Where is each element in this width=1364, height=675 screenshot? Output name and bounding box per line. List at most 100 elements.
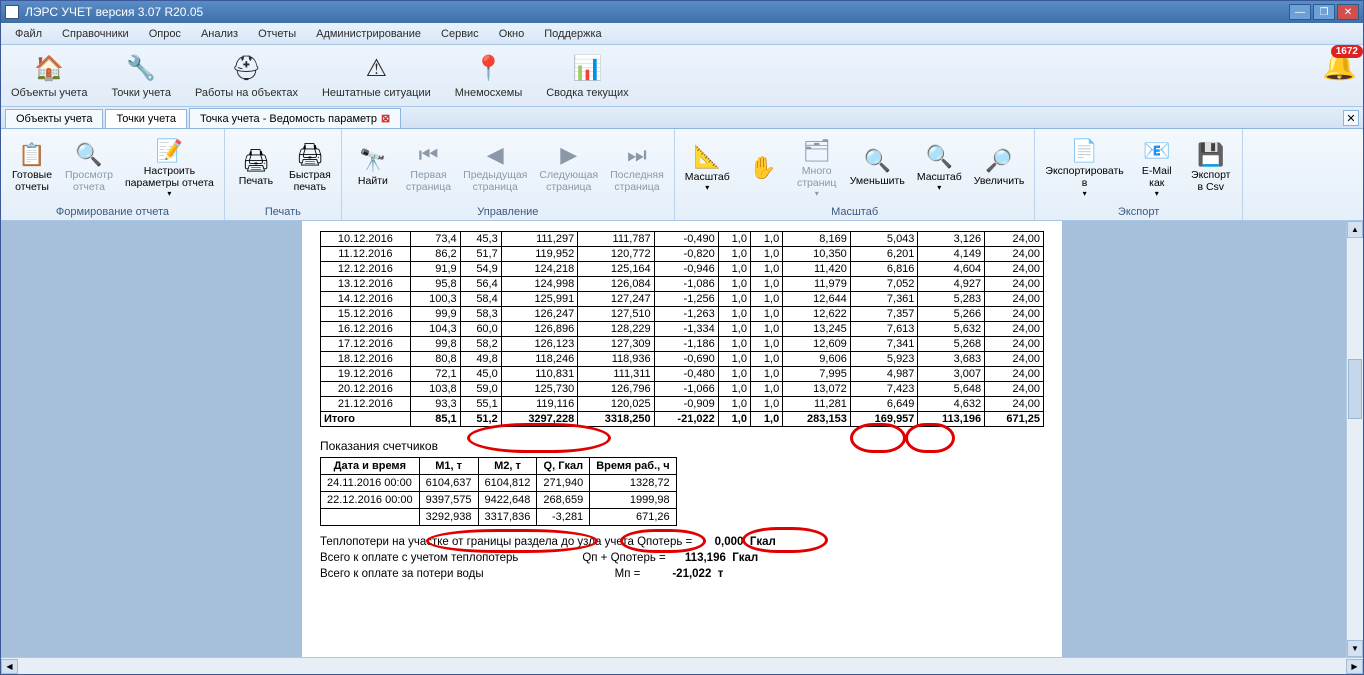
ribbon-следующая-страница: ▶Следующая страница bbox=[535, 139, 602, 195]
ribbon-group-title: Управление bbox=[348, 204, 668, 220]
table-total-row: Итого85,151,23297,2283318,250-21,0221,01… bbox=[321, 412, 1044, 427]
ribbon-group-title: Формирование отчета bbox=[7, 204, 218, 220]
toolbar-нештатные-ситуации[interactable]: ⚠Нештатные ситуации bbox=[318, 51, 435, 101]
data-table: 10.12.201673,445,3111,297111,787-0,4901,… bbox=[320, 231, 1044, 427]
table-row: 11.12.201686,251,7119,952120,772-0,8201,… bbox=[321, 247, 1044, 262]
menubar: ФайлСправочникиОпросАнализОтчетыАдминист… bbox=[1, 23, 1363, 45]
horizontal-scrollbar[interactable]: ◀ ▶ bbox=[1, 657, 1363, 674]
table-row: 17.12.201699,858,2126,123127,309-1,1861,… bbox=[321, 337, 1044, 352]
table-row: 12.12.201691,954,9124,218125,164-0,9461,… bbox=[321, 262, 1044, 277]
ribbon-экспорт-csv[interactable]: 💾Экспорт в Csv bbox=[1186, 139, 1236, 195]
ribbon-много-страниц: 🗂Много страниц▾ bbox=[792, 135, 842, 199]
notification-count: 1672 bbox=[1331, 45, 1363, 58]
ribbon-email-как[interactable]: 📧E-Mail как▾ bbox=[1132, 135, 1182, 199]
scroll-down-button[interactable]: ▼ bbox=[1347, 640, 1363, 657]
tab-объекты-учета[interactable]: Объекты учета bbox=[5, 109, 103, 128]
dropdown-icon: ▾ bbox=[815, 189, 819, 198]
tab-close-icon[interactable]: ⊠ bbox=[381, 112, 390, 125]
report-page: 10.12.201673,445,3111,297111,787-0,4901,… bbox=[302, 221, 1062, 657]
ribbon-быстрая-печать[interactable]: 🖨Быстрая печать bbox=[285, 139, 335, 195]
toolbar-объекты-учета[interactable]: 🏠Объекты учета bbox=[7, 51, 91, 101]
menu-анализ[interactable]: Анализ bbox=[193, 26, 246, 42]
ribbon-первая-страница: ⏮Первая страница bbox=[402, 139, 455, 195]
meters-row: 22.12.2016 00:009397,5759422,648268,6591… bbox=[321, 492, 677, 509]
ribbon-найти[interactable]: 🔭Найти bbox=[348, 145, 398, 190]
summary-l2-unit: Гкал bbox=[732, 552, 758, 564]
menu-файл[interactable]: Файл bbox=[7, 26, 50, 42]
vertical-scrollbar[interactable]: ▲ ▼ bbox=[1346, 221, 1363, 657]
ribbon-увеличить[interactable]: 🔎Увеличить bbox=[970, 145, 1029, 190]
table-row: 16.12.2016104,360,0126,896128,229-1,3341… bbox=[321, 322, 1044, 337]
toolbar-работы-на-объектах[interactable]: ⛑Работы на объектах bbox=[191, 51, 302, 101]
scroll-right-button[interactable]: ▶ bbox=[1346, 659, 1363, 674]
app-window: ЛЭРС УЧЕТ версия 3.07 R20.05 — ❐ ✕ ФайлС… bbox=[0, 0, 1364, 675]
tabstrip-close-button[interactable]: ✕ bbox=[1343, 110, 1359, 126]
dropdown-icon: ▾ bbox=[1083, 189, 1087, 198]
scroll-left-button[interactable]: ◀ bbox=[1, 659, 18, 674]
ribbon: 📋Готовые отчеты🔍Просмотр отчета📝Настроит… bbox=[1, 129, 1363, 221]
ribbon-последняя-страница: ⏭Последняя страница bbox=[606, 139, 668, 195]
meters-heading: Показания счетчиков bbox=[320, 439, 1044, 453]
menu-отчеты[interactable]: Отчеты bbox=[250, 26, 304, 42]
ribbon-group-title: Экспорт bbox=[1041, 204, 1235, 220]
meters-row: 3292,9383317,836-3,281671,26 bbox=[321, 509, 677, 526]
notifications-bell[interactable]: 🔔 1672 bbox=[1322, 49, 1357, 82]
menu-администрирование[interactable]: Администрирование bbox=[308, 26, 429, 42]
app-icon bbox=[5, 5, 19, 19]
table-row: 10.12.201673,445,3111,297111,787-0,4901,… bbox=[321, 232, 1044, 247]
summary-l2-mid: Qп + Qпотерь = bbox=[582, 552, 665, 564]
summary-l1-value: 0,000 bbox=[715, 536, 744, 548]
summary-block: Теплопотери на участке от границы раздел… bbox=[320, 536, 1044, 580]
summary-l3-label: Всего к оплате за потери воды bbox=[320, 568, 484, 580]
ribbon-масштаб-100[interactable]: 🔍Масштаб▾ bbox=[913, 141, 966, 194]
summary-l3-unit: т bbox=[718, 568, 724, 580]
menu-опрос[interactable]: Опрос bbox=[141, 26, 189, 42]
tab-точка-учета---ведомость-параметр[interactable]: Точка учета - Ведомость параметр⊠ bbox=[189, 108, 401, 128]
menu-окно[interactable]: Окно bbox=[491, 26, 533, 42]
meters-row: 24.11.2016 00:006104,6376104,812271,9401… bbox=[321, 475, 677, 492]
scroll-thumb[interactable] bbox=[1348, 359, 1362, 419]
minimize-button[interactable]: — bbox=[1289, 4, 1311, 20]
titlebar: ЛЭРС УЧЕТ версия 3.07 R20.05 — ❐ ✕ bbox=[1, 1, 1363, 23]
table-row: 19.12.201672,145,0110,831111,311-0,4801,… bbox=[321, 367, 1044, 382]
toolbar-мнемосхемы[interactable]: 📍Мнемосхемы bbox=[451, 51, 527, 101]
ribbon-уменьшить[interactable]: 🔍Уменьшить bbox=[846, 145, 909, 190]
scroll-up-button[interactable]: ▲ bbox=[1347, 221, 1363, 238]
summary-l3-value: -21,022 bbox=[672, 568, 711, 580]
close-button[interactable]: ✕ bbox=[1337, 4, 1359, 20]
tab-strip: Объекты учетаТочки учетаТочка учета - Ве… bbox=[1, 107, 1363, 129]
ribbon-group-title: Печать bbox=[231, 204, 335, 220]
dropdown-icon: ▾ bbox=[1155, 189, 1159, 198]
report-viewport[interactable]: 10.12.201673,445,3111,297111,787-0,4901,… bbox=[1, 221, 1363, 657]
window-title: ЛЭРС УЧЕТ версия 3.07 R20.05 bbox=[25, 5, 203, 19]
summary-l1-unit: Гкал bbox=[750, 536, 776, 548]
dropdown-icon: ▾ bbox=[937, 183, 941, 192]
ribbon-печать[interactable]: 🖨Печать bbox=[231, 145, 281, 190]
dropdown-icon: ▾ bbox=[167, 189, 171, 198]
ribbon-group-title: Масштаб bbox=[681, 204, 1029, 220]
meters-table: Дата и времяM1, тM2, тQ, ГкалВремя раб.,… bbox=[320, 457, 677, 526]
tab-точки-учета[interactable]: Точки учета bbox=[105, 109, 187, 128]
table-row: 21.12.201693,355,1119,116120,025-0,9091,… bbox=[321, 397, 1044, 412]
ribbon-инструмент[interactable]: ✋ bbox=[738, 152, 788, 184]
summary-l2-label: Всего к оплате с учетом теплопотерь bbox=[320, 552, 518, 564]
table-row: 14.12.2016100,358,4125,991127,247-1,2561… bbox=[321, 292, 1044, 307]
ribbon-настроить-параметры[interactable]: 📝Настроить параметры отчета▾ bbox=[121, 135, 218, 199]
maximize-button[interactable]: ❐ bbox=[1313, 4, 1335, 20]
table-row: 20.12.2016103,859,0125,730126,796-1,0661… bbox=[321, 382, 1044, 397]
dropdown-icon: ▾ bbox=[705, 183, 709, 192]
menu-сервис[interactable]: Сервис bbox=[433, 26, 487, 42]
toolbar-точки-учета[interactable]: 🔧Точки учета bbox=[107, 51, 175, 101]
ribbon-предыдущая-страница: ◀Предыдущая страница bbox=[459, 139, 531, 195]
ribbon-масштаб[interactable]: 📐Масштаб▾ bbox=[681, 141, 734, 194]
menu-справочники[interactable]: Справочники bbox=[54, 26, 137, 42]
summary-l1-label: Теплопотери на участке от границы раздел… bbox=[320, 536, 692, 548]
ribbon-готовые-отчеты[interactable]: 📋Готовые отчеты bbox=[7, 139, 57, 195]
ribbon-просмотр-отчета: 🔍Просмотр отчета bbox=[61, 139, 117, 195]
ribbon-экспортировать-в[interactable]: 📄Экспортировать в▾ bbox=[1041, 135, 1127, 199]
table-row: 15.12.201699,958,3126,247127,510-1,2631,… bbox=[321, 307, 1044, 322]
table-row: 18.12.201680,849,8118,246118,936-0,6901,… bbox=[321, 352, 1044, 367]
menu-поддержка[interactable]: Поддержка bbox=[536, 26, 609, 42]
toolbar-сводка-текущих[interactable]: 📊Сводка текущих bbox=[542, 51, 632, 101]
main-toolbar: 🏠Объекты учета 🔧Точки учета ⛑Работы на объ… bbox=[1, 45, 1363, 107]
